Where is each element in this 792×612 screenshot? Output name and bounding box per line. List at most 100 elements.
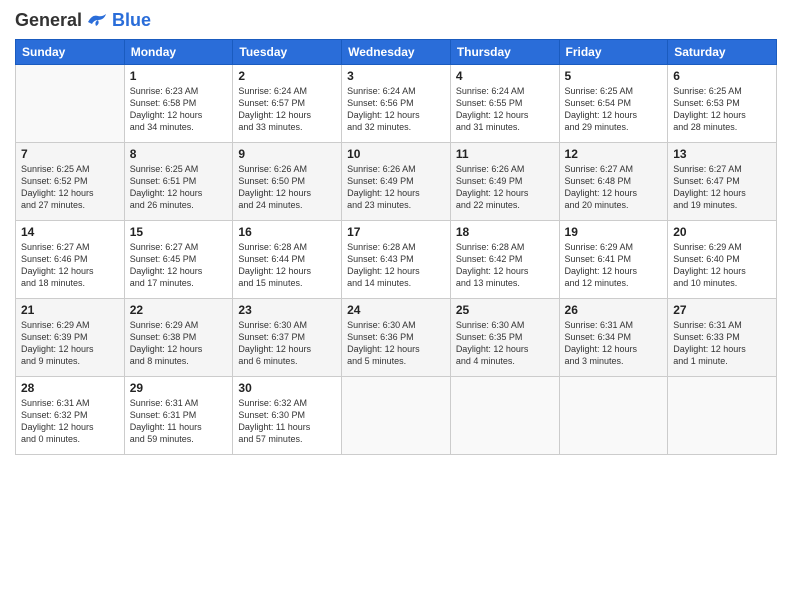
day-number: 26 [565,303,663,317]
day-number: 16 [238,225,336,239]
day-info: Sunrise: 6:24 AM Sunset: 6:55 PM Dayligh… [456,85,554,134]
calendar-cell: 20Sunrise: 6:29 AM Sunset: 6:40 PM Dayli… [668,221,777,299]
day-number: 1 [130,69,228,83]
calendar-cell: 15 Sunrise: 6:27 AM Sunset: 6:45 PM Dayli… [124,221,233,299]
day-number: 20 [673,225,771,239]
day-number: 9 [238,147,336,161]
weekday-header-tuesday: Tuesday [233,40,342,65]
logo-general: General [15,10,82,31]
day-number: 8 [130,147,228,161]
logo: General Blue [15,10,151,31]
day-info: Sunrise: 6:26 AM Sunset: 6:50 PM Dayligh… [238,163,336,212]
week-row-2: 7 Sunrise: 6:25 AM Sunset: 6:52 PM Daylig… [16,143,777,221]
day-number: 3 [347,69,445,83]
day-info: Sunrise: 6:30 AM Sunset: 6:37 PM Dayligh… [238,319,336,368]
logo-text: General Blue [15,10,151,31]
day-number: 15 [130,225,228,239]
calendar-cell: 24 Sunrise: 6:30 AM Sunset: 6:36 PM Dayli… [342,299,451,377]
day-info: Sunrise: 6:32 AM Sunset: 6:30 PM Dayligh… [238,397,336,446]
day-number: 10 [347,147,445,161]
day-info: Sunrise: 6:27 AM Sunset: 6:45 PM Dayligh… [130,241,228,290]
calendar-cell: 5Sunrise: 6:25 AM Sunset: 6:54 PM Daylig… [559,65,668,143]
weekday-header-wednesday: Wednesday [342,40,451,65]
day-info: Sunrise: 6:29 AM Sunset: 6:39 PM Dayligh… [21,319,119,368]
calendar-header: SundayMondayTuesdayWednesdayThursdayFrid… [16,40,777,65]
day-number: 22 [130,303,228,317]
week-row-5: 28 Sunrise: 6:31 AM Sunset: 6:32 PM Dayli… [16,377,777,455]
day-info: Sunrise: 6:24 AM Sunset: 6:57 PM Dayligh… [238,85,336,134]
day-info: Sunrise: 6:26 AM Sunset: 6:49 PM Dayligh… [456,163,554,212]
calendar-cell: 3 Sunrise: 6:24 AM Sunset: 6:56 PM Daylig… [342,65,451,143]
day-number: 12 [565,147,663,161]
day-number: 14 [21,225,119,239]
calendar-cell: 19 Sunrise: 6:29 AM Sunset: 6:41 PM Dayli… [559,221,668,299]
weekday-header-thursday: Thursday [450,40,559,65]
calendar-cell: 6Sunrise: 6:25 AM Sunset: 6:53 PM Daylig… [668,65,777,143]
weekday-header-monday: Monday [124,40,233,65]
day-info: Sunrise: 6:29 AM Sunset: 6:41 PM Dayligh… [565,241,663,290]
day-number: 28 [21,381,119,395]
calendar-cell: 2Sunrise: 6:24 AM Sunset: 6:57 PM Daylig… [233,65,342,143]
calendar-cell: 9 Sunrise: 6:26 AM Sunset: 6:50 PM Daylig… [233,143,342,221]
calendar-cell: 11Sunrise: 6:26 AM Sunset: 6:49 PM Dayli… [450,143,559,221]
calendar-body: 1Sunrise: 6:23 AM Sunset: 6:58 PM Daylig… [16,65,777,455]
calendar-cell: 17 Sunrise: 6:28 AM Sunset: 6:43 PM Dayli… [342,221,451,299]
day-info: Sunrise: 6:28 AM Sunset: 6:42 PM Dayligh… [456,241,554,290]
header: General Blue [15,10,777,31]
day-info: Sunrise: 6:31 AM Sunset: 6:33 PM Dayligh… [673,319,771,368]
calendar-cell [450,377,559,455]
day-info: Sunrise: 6:27 AM Sunset: 6:46 PM Dayligh… [21,241,119,290]
weekday-row: SundayMondayTuesdayWednesdayThursdayFrid… [16,40,777,65]
day-number: 30 [238,381,336,395]
calendar-cell: 25 Sunrise: 6:30 AM Sunset: 6:35 PM Dayli… [450,299,559,377]
week-row-4: 21 Sunrise: 6:29 AM Sunset: 6:39 PM Dayli… [16,299,777,377]
calendar-cell: 13Sunrise: 6:27 AM Sunset: 6:47 PM Dayli… [668,143,777,221]
calendar-page: General Blue SundayMondayTuesdayWednesda… [0,0,792,612]
calendar-cell: 12 Sunrise: 6:27 AM Sunset: 6:48 PM Dayli… [559,143,668,221]
week-row-3: 14 Sunrise: 6:27 AM Sunset: 6:46 PM Dayli… [16,221,777,299]
day-info: Sunrise: 6:30 AM Sunset: 6:36 PM Dayligh… [347,319,445,368]
calendar-cell [559,377,668,455]
day-number: 23 [238,303,336,317]
day-number: 6 [673,69,771,83]
calendar-cell: 30 Sunrise: 6:32 AM Sunset: 6:30 PM Dayli… [233,377,342,455]
day-info: Sunrise: 6:28 AM Sunset: 6:44 PM Dayligh… [238,241,336,290]
day-info: Sunrise: 6:31 AM Sunset: 6:34 PM Dayligh… [565,319,663,368]
day-info: Sunrise: 6:26 AM Sunset: 6:49 PM Dayligh… [347,163,445,212]
day-number: 21 [21,303,119,317]
day-info: Sunrise: 6:29 AM Sunset: 6:38 PM Dayligh… [130,319,228,368]
day-number: 5 [565,69,663,83]
calendar-cell: 8Sunrise: 6:25 AM Sunset: 6:51 PM Daylig… [124,143,233,221]
day-number: 19 [565,225,663,239]
calendar-cell: 26 Sunrise: 6:31 AM Sunset: 6:34 PM Dayli… [559,299,668,377]
day-number: 25 [456,303,554,317]
day-number: 17 [347,225,445,239]
calendar-cell: 16 Sunrise: 6:28 AM Sunset: 6:44 PM Dayli… [233,221,342,299]
calendar-cell: 23 Sunrise: 6:30 AM Sunset: 6:37 PM Dayli… [233,299,342,377]
calendar-cell: 14 Sunrise: 6:27 AM Sunset: 6:46 PM Dayli… [16,221,125,299]
day-number: 4 [456,69,554,83]
calendar-cell: 27Sunrise: 6:31 AM Sunset: 6:33 PM Dayli… [668,299,777,377]
day-info: Sunrise: 6:28 AM Sunset: 6:43 PM Dayligh… [347,241,445,290]
calendar-cell: 21 Sunrise: 6:29 AM Sunset: 6:39 PM Dayli… [16,299,125,377]
calendar-cell: 29Sunrise: 6:31 AM Sunset: 6:31 PM Dayli… [124,377,233,455]
calendar-cell: 1Sunrise: 6:23 AM Sunset: 6:58 PM Daylig… [124,65,233,143]
day-number: 7 [21,147,119,161]
calendar-cell: 4 Sunrise: 6:24 AM Sunset: 6:55 PM Daylig… [450,65,559,143]
calendar-cell: 10 Sunrise: 6:26 AM Sunset: 6:49 PM Dayli… [342,143,451,221]
day-info: Sunrise: 6:31 AM Sunset: 6:32 PM Dayligh… [21,397,119,446]
day-info: Sunrise: 6:30 AM Sunset: 6:35 PM Dayligh… [456,319,554,368]
day-info: Sunrise: 6:24 AM Sunset: 6:56 PM Dayligh… [347,85,445,134]
calendar-cell [668,377,777,455]
calendar-cell [16,65,125,143]
day-number: 24 [347,303,445,317]
weekday-header-saturday: Saturday [668,40,777,65]
day-info: Sunrise: 6:31 AM Sunset: 6:31 PM Dayligh… [130,397,228,446]
day-info: Sunrise: 6:27 AM Sunset: 6:48 PM Dayligh… [565,163,663,212]
day-number: 13 [673,147,771,161]
day-info: Sunrise: 6:25 AM Sunset: 6:52 PM Dayligh… [21,163,119,212]
logo-bird-icon [86,12,108,30]
calendar-cell [342,377,451,455]
weekday-header-friday: Friday [559,40,668,65]
weekday-header-sunday: Sunday [16,40,125,65]
